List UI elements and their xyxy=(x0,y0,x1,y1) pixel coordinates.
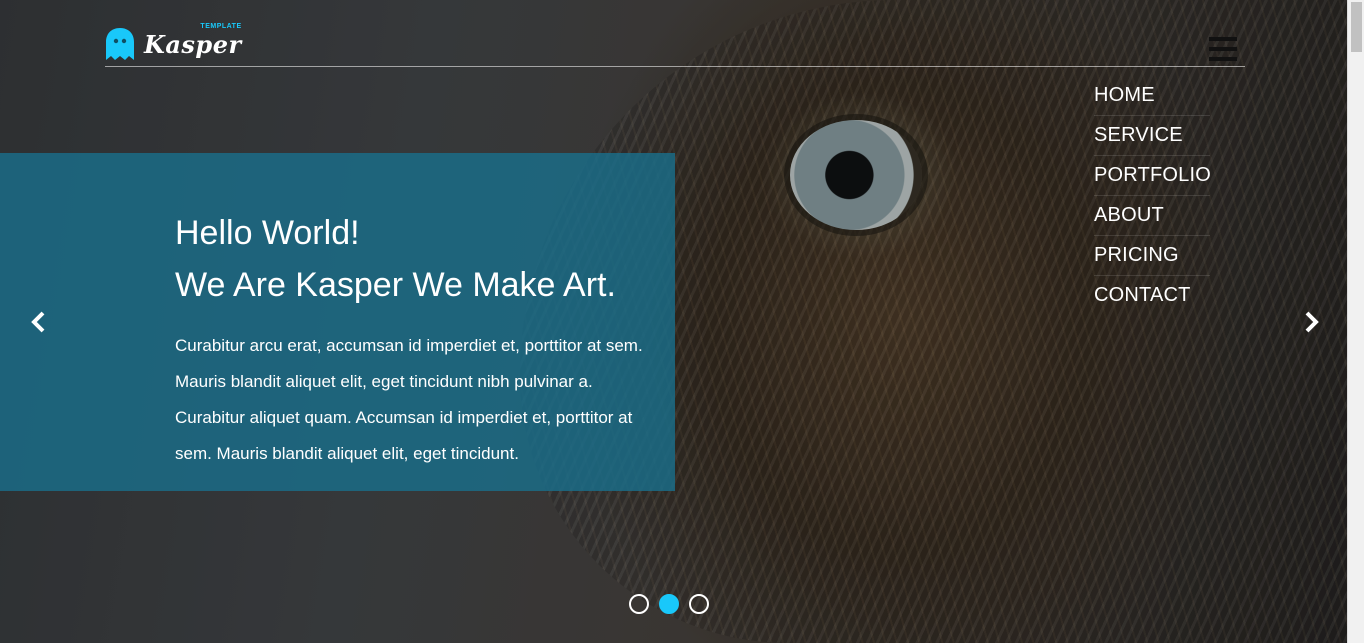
logo-name: Kasper xyxy=(144,29,242,59)
logo[interactable]: Kasper TEMPLATE xyxy=(105,23,242,64)
slide-text-line: Curabitur aliquet quam. Accumsan id impe… xyxy=(175,408,633,427)
nav-item-service: SERVICE xyxy=(1094,116,1210,156)
logo-tagline: TEMPLATE xyxy=(200,22,242,30)
nav-item-pricing: PRICING xyxy=(1094,236,1210,276)
slide-heading-line1: Hello World! xyxy=(175,214,360,252)
slide-heading-line2: We Are Kasper We Make Art. xyxy=(175,266,616,304)
ghost-icon xyxy=(106,28,134,60)
logo-wordmark: Kasper TEMPLATE xyxy=(144,23,242,59)
slide-indicator-3[interactable] xyxy=(689,594,709,614)
page-scrollbar[interactable] xyxy=(1347,0,1364,643)
main-nav: HOME SERVICE PORTFOLIO ABOUT PRICING CON… xyxy=(1094,76,1211,315)
chevron-right-icon[interactable] xyxy=(1299,310,1323,334)
nav-link-pricing[interactable]: PRICING xyxy=(1094,244,1179,267)
nav-item-contact: CONTACT xyxy=(1094,276,1210,315)
slide-indicator-1[interactable] xyxy=(629,594,649,614)
slide-indicator-2[interactable] xyxy=(659,594,679,614)
nav-link-about[interactable]: ABOUT xyxy=(1094,204,1164,227)
nav-link-service[interactable]: SERVICE xyxy=(1094,124,1183,147)
hero-section: Kasper TEMPLATE HOME SERVICE PORTFOLIO A… xyxy=(0,0,1364,643)
slide-heading: Hello World! We Are Kasper We Make Art. xyxy=(175,207,616,311)
nav-link-home[interactable]: HOME xyxy=(1094,84,1155,107)
slide-text-line: Curabitur arcu erat, accumsan id imperdi… xyxy=(175,336,643,355)
hamburger-icon[interactable] xyxy=(1209,37,1237,61)
nav-link-contact[interactable]: CONTACT xyxy=(1094,284,1191,307)
nav-item-portfolio: PORTFOLIO xyxy=(1094,156,1211,196)
chevron-left-icon[interactable] xyxy=(27,310,51,334)
slide-text-line: Mauris blandit aliquet elit, eget tincid… xyxy=(175,372,593,391)
nav-item-about: ABOUT xyxy=(1094,196,1210,236)
nav-item-home: HOME xyxy=(1094,76,1210,116)
scrollbar-thumb[interactable] xyxy=(1351,2,1362,52)
slide-text-line: sem. Mauris blandit aliquet elit, eget t… xyxy=(175,444,519,463)
nav-link-portfolio[interactable]: PORTFOLIO xyxy=(1094,164,1211,187)
slider-indicators xyxy=(629,594,709,614)
slide-paragraph: Curabitur arcu erat, accumsan id imperdi… xyxy=(175,328,675,472)
header: Kasper TEMPLATE xyxy=(105,22,1245,67)
